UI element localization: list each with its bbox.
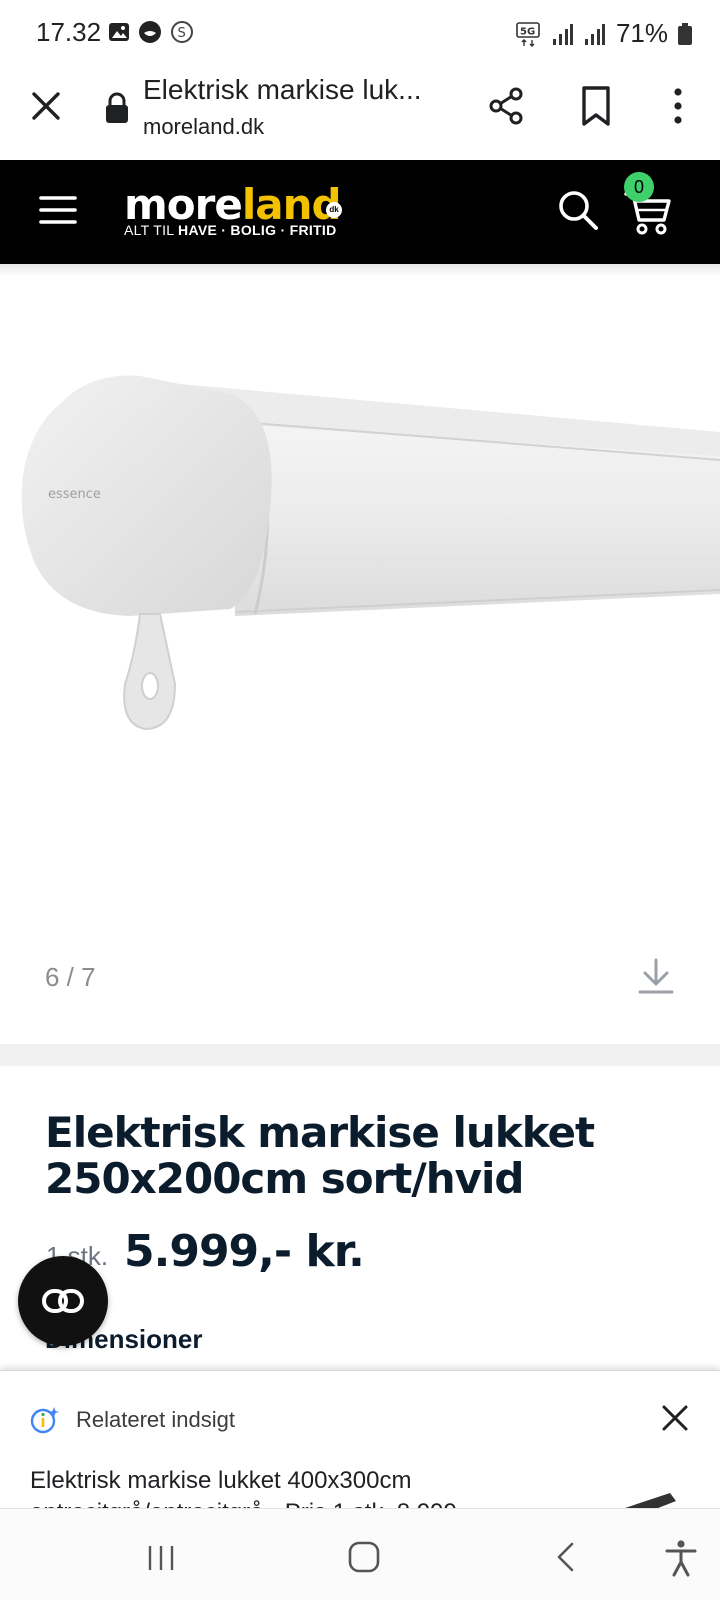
accessibility-icon[interactable] [664, 1539, 698, 1577]
cart-count-badge[interactable]: 0 [624, 172, 654, 202]
insight-text[interactable]: Elektrisk markise lukket 400x300cm antra… [30, 1465, 530, 1508]
bookmark-icon[interactable] [576, 84, 616, 128]
svg-text:S: S [178, 26, 186, 41]
svg-text:5G: 5G [520, 26, 535, 37]
search-icon[interactable] [556, 188, 600, 232]
header-shadow [0, 264, 720, 276]
more-options-icon[interactable] [660, 84, 696, 128]
image-counter: 6 / 7 [45, 962, 96, 992]
url-text[interactable]: moreland.dk [143, 114, 264, 140]
status-notification-icons: S [108, 20, 194, 44]
close-tab-icon[interactable] [26, 86, 66, 126]
section-separator [0, 1044, 720, 1066]
system-nav-bar [0, 1508, 720, 1600]
share-icon[interactable] [484, 84, 528, 128]
signal-icon-2 [584, 23, 605, 45]
signal-icon [552, 23, 573, 45]
insight-thumbnail[interactable] [610, 1493, 690, 1508]
home-icon[interactable] [348, 1541, 380, 1573]
download-icon[interactable] [636, 956, 676, 996]
status-bar: 17.32 S 5G 71% [0, 0, 720, 64]
product-brand-mark: essence [48, 487, 101, 502]
related-insight-sheet[interactable]: Relateret indsigt Elektrisk markise lukk… [0, 1370, 720, 1508]
logo-tagline: ALT TIL HAVE · BOLIG · FRITID [124, 222, 337, 238]
page-title[interactable]: Elektrisk markise luk... [143, 74, 443, 106]
gallery-icon [109, 23, 129, 41]
close-insight-icon[interactable] [660, 1403, 690, 1433]
battery-percent: 71% [615, 18, 668, 48]
logo-dk-badge: dk [326, 202, 342, 218]
product-image[interactable]: essence [0, 264, 720, 1044]
moreland-logo[interactable]: moreland dk ALT TIL HAVE · BOLIG · FRITI… [124, 180, 374, 244]
site-header: moreland dk ALT TIL HAVE · BOLIG · FRITI… [0, 160, 720, 264]
messenger-icon [139, 21, 161, 43]
status-system-icons: 5G 71% [516, 18, 692, 49]
network-5g-icon: 5G [516, 21, 540, 47]
browser-toolbar: Elektrisk markise luk... moreland.dk [0, 64, 720, 160]
chat-button[interactable] [18, 1256, 108, 1346]
product-price: 5.999,- kr. [124, 1226, 365, 1277]
insight-label: Relateret indsigt [76, 1407, 235, 1432]
product-image-gallery[interactable]: essence [0, 264, 720, 1044]
product-title: Elektrisk markise lukket 250x200cm sort/… [45, 1108, 595, 1203]
chat-link-icon [42, 1289, 84, 1313]
lock-icon[interactable] [104, 92, 130, 124]
insight-info-icon [30, 1407, 59, 1434]
skype-icon: S [171, 21, 193, 43]
recent-apps-icon[interactable] [146, 1543, 176, 1573]
back-icon[interactable] [554, 1541, 578, 1573]
battery-icon [678, 22, 692, 45]
hamburger-menu-icon[interactable] [38, 190, 78, 230]
status-time: 17.32 [36, 17, 102, 47]
